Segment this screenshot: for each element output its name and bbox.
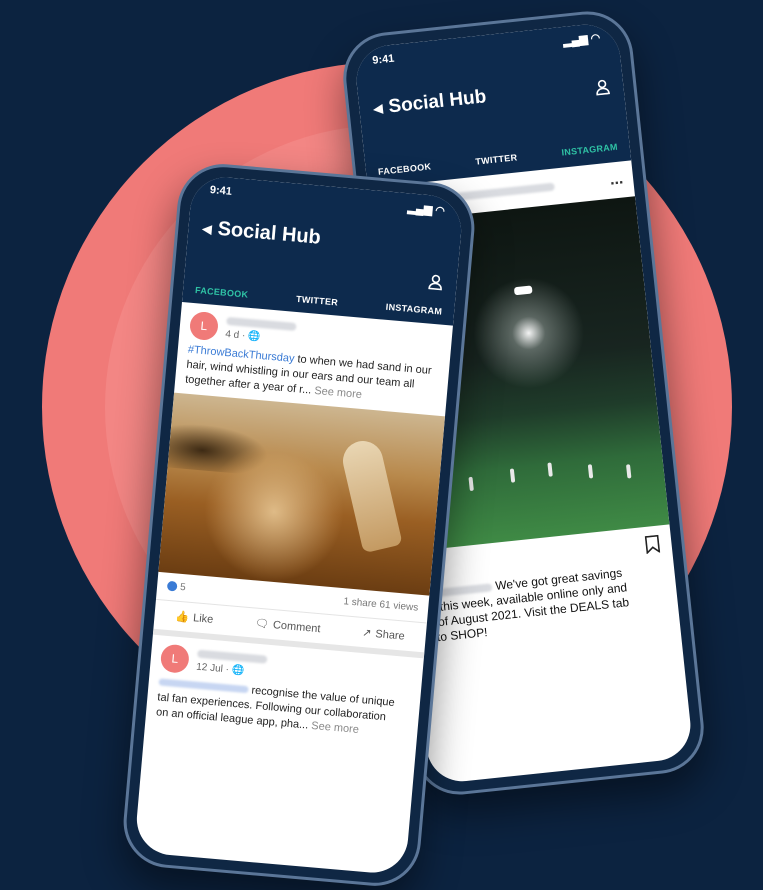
facebook-phone: 9:41 ▂▄▆ ◠ ◀ Social Hub FACEBOOK TWITTER… — [119, 160, 479, 890]
post-card: L 4 d · 🌐 #ThrowBackThursday to when we … — [152, 302, 453, 659]
status-time: 9:41 — [209, 183, 233, 198]
globe-icon: 🌐 — [247, 330, 261, 343]
thumbs-up-icon: 👍 — [174, 610, 190, 624]
tab-instagram[interactable]: INSTAGRAM — [385, 302, 442, 317]
back-icon[interactable]: ◀ — [202, 221, 212, 236]
post-meta: 4 d · 🌐 — [225, 316, 297, 345]
page-title-text: Social Hub — [387, 86, 488, 118]
tab-facebook[interactable]: FACEBOOK — [378, 161, 432, 177]
share-label: Share — [374, 627, 406, 643]
like-button[interactable]: 👍 Like — [175, 610, 214, 626]
shares-views: 1 share 61 views — [342, 596, 419, 614]
app-header: 9:41 ▂▄▆ ◠ ◀ Social Hub FACEBOOK TWITTER… — [181, 174, 465, 326]
comment-icon: 🗨 — [254, 617, 270, 631]
avatar: L — [159, 643, 191, 674]
user-icon[interactable] — [428, 273, 443, 291]
status-time: 9:41 — [371, 52, 395, 67]
more-icon[interactable]: ... — [609, 170, 624, 189]
post-meta: 12 Jul · 🌐 — [196, 649, 268, 678]
post-time: 4 d · 🌐 — [225, 328, 296, 345]
facebook-screen: 9:41 ▂▄▆ ◠ ◀ Social Hub FACEBOOK TWITTER… — [133, 174, 465, 876]
post-time-text: 12 Jul · — [195, 661, 233, 676]
globe-icon: 🌐 — [231, 664, 245, 677]
tab-twitter[interactable]: TWITTER — [296, 294, 339, 308]
comment-label: Comment — [272, 618, 322, 635]
share-icon: ↗ — [361, 626, 372, 640]
player — [509, 468, 516, 483]
share-button[interactable]: ↗ Share — [362, 626, 406, 643]
app-header: 9:41 ▂▄▆ ◠ ◀ Social Hub FACEBOOK TWITTER… — [353, 21, 632, 189]
likes-count-text: 5 — [179, 581, 187, 594]
post-time-text: 4 d · — [224, 328, 249, 342]
player — [468, 476, 474, 492]
see-more-link[interactable]: See more — [308, 720, 360, 736]
likes-count: 5 — [166, 581, 187, 594]
back-icon[interactable]: ◀ — [373, 101, 384, 116]
player — [547, 462, 553, 477]
tab-facebook[interactable]: FACEBOOK — [195, 285, 249, 300]
like-label: Like — [192, 611, 214, 626]
bookmark-icon[interactable] — [644, 534, 661, 554]
comment-button[interactable]: 🗨 Comment — [255, 617, 322, 636]
floodlight-glow — [457, 261, 601, 405]
tab-instagram[interactable]: INSTAGRAM — [561, 142, 618, 158]
post-time: 12 Jul · 🌐 — [196, 661, 267, 678]
post-photo — [158, 392, 446, 596]
runner — [339, 437, 403, 554]
tab-twitter[interactable]: TWITTER — [475, 152, 518, 166]
user-icon[interactable] — [595, 78, 611, 96]
see-more-link[interactable]: See more — [311, 385, 363, 401]
player — [587, 464, 594, 479]
avatar: L — [188, 310, 220, 342]
like-reaction-icon — [166, 581, 178, 592]
player — [626, 464, 632, 479]
page-title-text: Social Hub — [216, 217, 322, 249]
